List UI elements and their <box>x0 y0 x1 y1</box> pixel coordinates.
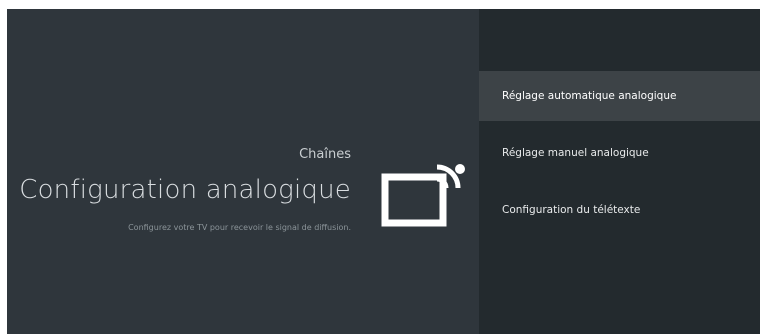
category-label: Chaînes <box>299 147 351 162</box>
tv-signal-icon <box>381 164 465 227</box>
info-panel: Chaînes Configuration analogique Configu… <box>7 9 479 334</box>
page-title: Configuration analogique <box>19 175 351 205</box>
menu-item-label: Réglage manuel analogique <box>502 147 649 159</box>
menu-item-auto-analog-tuning[interactable]: Réglage automatique analogique <box>479 71 760 121</box>
page-description: Configurez votre TV pour recevoir le sig… <box>128 223 351 232</box>
menu-item-manual-analog-tuning[interactable]: Réglage manuel analogique <box>479 128 760 178</box>
options-menu: Réglage automatique analogique Réglage m… <box>479 9 760 334</box>
menu-item-teletext-config[interactable]: Configuration du télétexte <box>479 185 760 235</box>
menu-item-label: Réglage automatique analogique <box>502 90 677 102</box>
menu-item-label: Configuration du télétexte <box>502 204 641 216</box>
tv-settings-screen: Chaînes Configuration analogique Configu… <box>7 9 760 334</box>
